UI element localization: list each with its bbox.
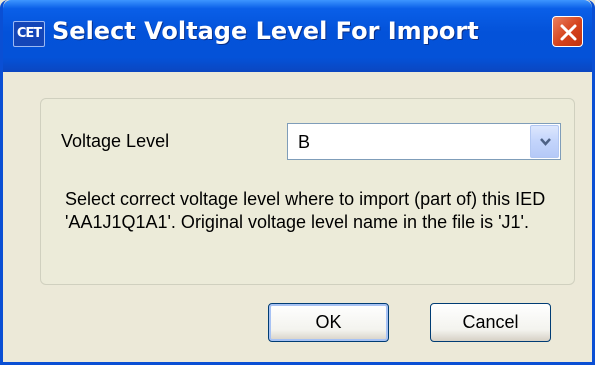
title-bar[interactable]: CET Select Voltage Level For Import xyxy=(3,0,592,72)
window-title: Select Voltage Level For Import xyxy=(52,17,479,45)
cancel-button[interactable]: Cancel xyxy=(430,303,551,342)
voltage-level-label: Voltage Level xyxy=(61,131,170,151)
settings-group: Voltage Level B Select correct voltage l… xyxy=(40,98,575,285)
dialog-window: CET Select Voltage Level For Import Volt… xyxy=(0,0,595,365)
app-icon: CET xyxy=(13,21,45,47)
chevron-down-icon xyxy=(540,138,551,146)
close-icon xyxy=(560,24,577,41)
description-text: Select correct voltage level where to im… xyxy=(65,189,546,232)
ok-button[interactable]: OK xyxy=(268,303,389,342)
close-button[interactable] xyxy=(552,16,583,47)
voltage-level-dropdown[interactable]: B xyxy=(287,123,561,160)
voltage-level-value: B xyxy=(298,132,311,152)
dropdown-button[interactable] xyxy=(530,125,559,158)
